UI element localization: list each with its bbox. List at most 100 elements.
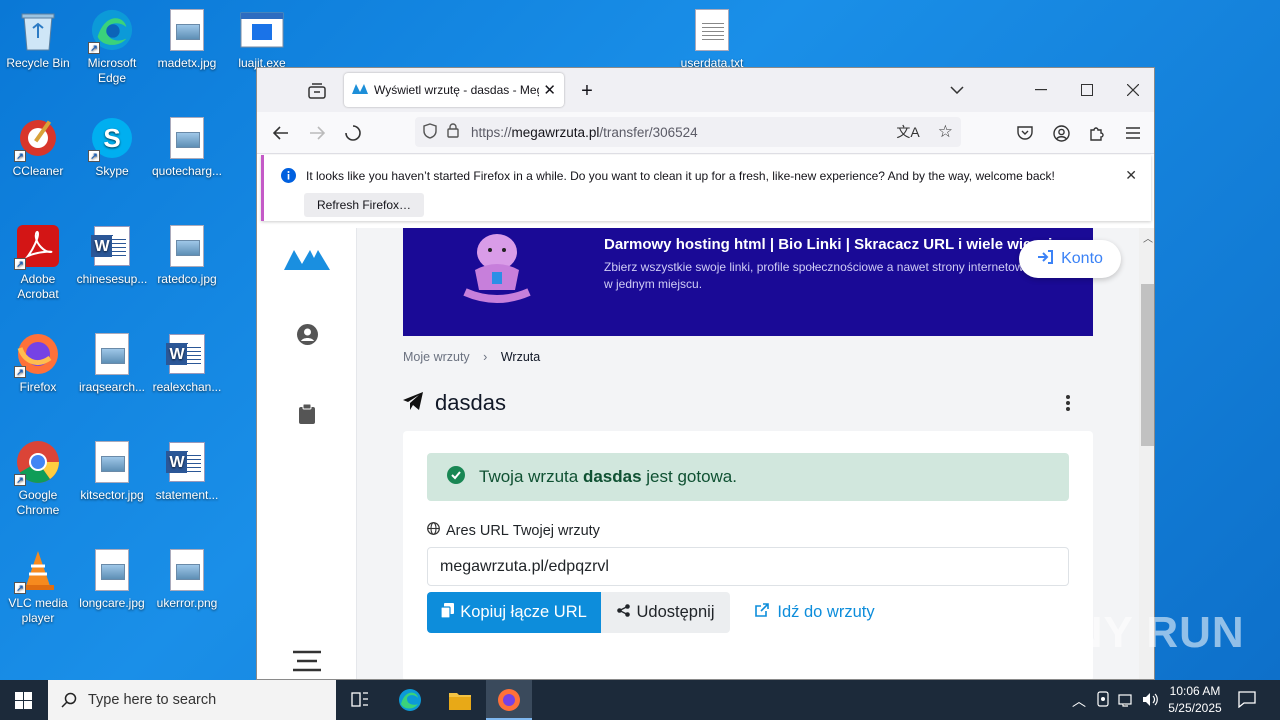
scroll-up-chevron-icon[interactable]: ︿ [1143,230,1153,245]
bookmark-star-icon[interactable]: ☆ [938,122,953,142]
icon-label: Microsoft Edge [87,56,137,85]
close-window-icon[interactable] [1119,78,1147,102]
megawrzuta-favicon-icon [352,83,368,97]
desktop-icon-realexchan[interactable]: W realexchan... [149,332,225,395]
task-view-icon[interactable] [351,692,369,713]
forward-arrow-icon[interactable] [305,121,329,145]
scroll-thumb[interactable] [1141,284,1154,446]
breadcrumb-parent-link[interactable]: Moje wrzuty [403,350,470,364]
desktop-icon-statement[interactable]: W statement... [149,440,225,503]
notification-message: It looks like you haven’t started Firefo… [306,169,1055,183]
desktop-icon-google-chrome[interactable]: ↗ Google Chrome [0,440,76,518]
clipboard-icon[interactable] [299,403,315,429]
volume-icon[interactable] [1142,692,1160,710]
desktop-icon-chinesesup[interactable]: W chinesesup... [74,224,150,287]
promo-banner[interactable]: Darmowy hosting html | Bio Linki | Skrac… [403,228,1093,336]
translate-icon[interactable]: 文A [896,122,919,142]
ccleaner-icon: ↗ [14,116,60,162]
close-tab-icon[interactable]: ✕ [543,81,556,99]
desktop-icon-longcare[interactable]: longcare.jpg [74,548,150,611]
copy-url-button[interactable]: Kopiuj łącze URL [427,592,601,633]
mascot-illustration [459,230,535,309]
taskbar-file-explorer-icon[interactable] [448,689,472,716]
desktop-icon-recycle-bin[interactable]: Recycle Bin [0,8,76,71]
copy-icon [440,602,455,623]
share-label: Udostępnij [636,603,715,621]
notification-center-icon[interactable] [1238,690,1256,711]
share-button[interactable]: Udostępnij [601,592,730,633]
new-tab-icon[interactable]: + [575,79,599,103]
url-host: megawrzuta.pl [511,124,600,140]
clock[interactable]: 10:06 AM 5/25/2025 [1164,683,1226,717]
user-circle-icon[interactable] [297,324,318,350]
account-icon[interactable] [1049,121,1073,145]
tray-chevron-up-icon[interactable]: ︿ [1072,691,1086,711]
desktop-icon-vlc[interactable]: ↗ VLC media player [0,548,76,626]
tab-list-chevron-down-icon[interactable] [945,78,969,102]
desktop-icon-adobe-acrobat[interactable]: ↗ Adobe Acrobat [0,224,76,302]
image-file-icon [90,332,134,376]
globe-icon [427,522,440,539]
desktop-icon-skype[interactable]: S ↗ Skype [74,116,150,179]
breadcrumb-current: Wrzuta [500,350,541,364]
tab-active[interactable]: Wyświetl wrzutę - dasdas - Meg ✕ [344,73,564,107]
desktop-icon-luajit[interactable]: luajit.exe [224,8,300,71]
word-document-icon: W [165,440,209,484]
page-title-row: dasdas [403,390,506,416]
megawrzuta-logo-icon[interactable] [284,248,330,275]
pocket-icon[interactable] [1013,121,1037,145]
hamburger-menu-icon[interactable] [1121,121,1145,145]
icon-label: madetx.jpg [157,56,217,70]
icon-label: longcare.jpg [79,596,145,610]
back-arrow-icon[interactable] [269,121,293,145]
url-label-suffix: Twojej wrzuty [512,522,600,539]
menu-lines-icon[interactable] [293,650,321,677]
desktop-icon-quotecharg[interactable]: quotecharg... [149,116,225,179]
desktop-icon-ukerror[interactable]: ukerror.png [149,548,225,611]
maximize-icon[interactable] [1073,78,1101,102]
taskbar-firefox-icon[interactable] [486,680,532,720]
chrome-icon: ↗ [14,440,60,486]
share-url-field[interactable]: megawrzuta.pl/edpqzrvl [427,547,1069,586]
network-icon[interactable] [1118,692,1136,710]
url-prefix: https:// [471,124,512,140]
desktop-icon-ratedco[interactable]: ratedco.jpg [149,224,225,287]
desktop-icon-firefox[interactable]: ↗ Firefox [0,332,76,395]
firefox-view-icon[interactable] [305,80,329,102]
word-document-icon: W [165,332,209,376]
refresh-firefox-button[interactable]: Refresh Firefox… [304,193,425,217]
icon-label: VLC media player [8,596,68,625]
page-content: Darmowy hosting html | Bio Linki | Skrac… [257,228,1154,679]
icon-label: Google Chrome [16,488,60,517]
tracking-shield-icon[interactable] [423,122,437,142]
icon-label: statement... [155,488,219,502]
taskbar-search-box[interactable]: Type here to search [48,680,336,720]
lock-icon[interactable] [447,123,459,141]
desktop-icon-madetx[interactable]: madetx.jpg [149,8,225,71]
desktop-icon-microsoft-edge[interactable]: ↗ Microsoft Edge [74,8,150,86]
url-bar[interactable]: https://megawrzuta.pl/transfer/306524 文A… [415,117,961,147]
word-document-icon: W [90,224,134,268]
desktop-icon-kitsector[interactable]: kitsector.jpg [74,440,150,503]
image-file-icon [165,224,209,268]
upload-card: Twoja wrzuta dasdas jest gotowa. Ares UR… [403,431,1093,679]
firefox-icon: ↗ [14,332,60,378]
desktop-icon-userdata[interactable]: userdata.txt [674,8,750,71]
icon-label: realexchan... [152,380,222,394]
minimize-icon[interactable] [1027,78,1055,102]
extensions-puzzle-icon[interactable] [1085,121,1109,145]
icon-label: ratedco.jpg [157,272,217,286]
desktop-icon-iraqsearch[interactable]: iraqsearch... [74,332,150,395]
skype-icon: S ↗ [88,116,134,162]
taskbar-edge-icon[interactable] [398,688,422,717]
more-options-kebab-icon[interactable] [1065,394,1071,417]
icon-label: Firefox [19,380,57,394]
site-sidebar [257,228,357,679]
konto-button[interactable]: Konto [1019,240,1121,278]
desktop-icon-ccleaner[interactable]: ↗ CCleaner [0,116,76,179]
close-notification-icon[interactable]: ✕ [1125,167,1137,184]
tray-device-icon[interactable] [1096,691,1110,710]
loading-spinner-icon[interactable] [341,121,365,145]
start-windows-icon[interactable] [15,692,32,714]
goto-upload-button[interactable]: Idź do wrzuty [747,592,883,633]
